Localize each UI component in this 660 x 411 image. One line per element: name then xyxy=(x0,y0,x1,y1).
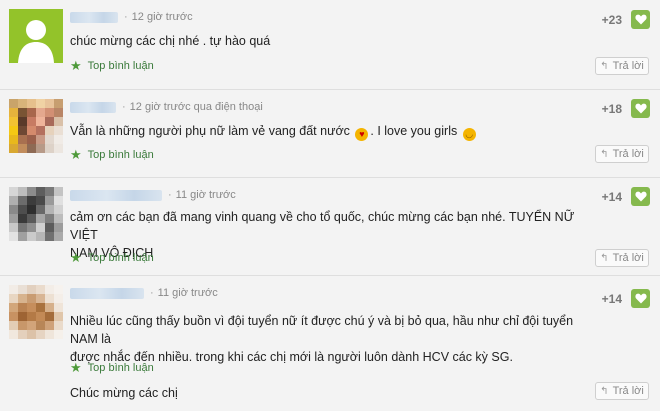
reply-arrow-icon: ↰ xyxy=(600,252,609,264)
badge-label: Top bình luận xyxy=(87,252,154,264)
comment-item: · 12 giờ trước qua điện thoại Vẫn là nhữ… xyxy=(0,90,660,178)
comment-line: Nhiều lúc cũng thấy buồn vì đội tuyển nữ… xyxy=(70,314,574,346)
reply-label: Trả lời xyxy=(612,252,644,264)
reply-arrow-icon: ↰ xyxy=(600,148,609,160)
like-button[interactable] xyxy=(631,10,650,29)
heart-icon xyxy=(634,103,647,114)
comment-item: · 11 giờ trước Nhiều lúc cũng thấy buồn … xyxy=(0,276,660,411)
star-icon: ★ xyxy=(70,58,82,73)
avatar[interactable] xyxy=(9,285,63,339)
avatar[interactable] xyxy=(9,99,63,153)
comment-time: 12 giờ trước xyxy=(131,11,193,23)
reply-button[interactable]: ↰ Trả lời xyxy=(595,145,649,163)
author-name-blurred[interactable] xyxy=(70,11,118,23)
comment-meta: · 11 giờ trước xyxy=(70,188,236,202)
comment-line: Chúc mừng các chị xyxy=(70,386,178,400)
comment-text: chúc mừng các chị nhé . tự hào quá xyxy=(70,32,580,50)
avatar[interactable] xyxy=(9,187,63,241)
separator-dot: · xyxy=(168,189,172,201)
reply-button[interactable]: ↰ Trả lời xyxy=(595,57,649,75)
star-icon: ★ xyxy=(70,147,82,162)
like-button[interactable] xyxy=(631,187,650,206)
heart-icon xyxy=(634,14,647,25)
separator-dot: · xyxy=(124,11,128,23)
comment-line: Vẫn là những người phụ nữ làm vẻ vang đấ… xyxy=(70,122,580,141)
top-comment-badge: ★ Top bình luận xyxy=(70,147,154,163)
comment-meta: · 11 giờ trước xyxy=(70,286,218,300)
comment-item: · 11 giờ trước cảm ơn các bạn đã mang vi… xyxy=(0,178,660,276)
comment-time: 11 giờ trước xyxy=(175,189,236,201)
top-comment-badge: ★ Top bình luận xyxy=(70,250,154,266)
comment-line: chúc mừng các chị nhé . tự hào quá xyxy=(70,34,271,48)
like-count: +14 xyxy=(601,190,622,204)
comment-time: 11 giờ trước xyxy=(157,287,218,299)
comment-text-part: Vẫn là những người phụ nữ làm vẻ vang đấ… xyxy=(70,124,350,138)
reply-label: Trả lời xyxy=(612,385,644,397)
comment-list: · 12 giờ trước chúc mừng các chị nhé . t… xyxy=(0,0,660,411)
default-user-icon xyxy=(9,9,63,63)
separator-dot: · xyxy=(122,101,126,113)
badge-label: Top bình luận xyxy=(87,60,154,72)
star-icon: ★ xyxy=(70,360,82,375)
comment-line: cảm ơn các bạn đã mang vinh quang về cho… xyxy=(70,210,575,242)
separator-dot: · xyxy=(150,287,154,299)
like-button[interactable] xyxy=(631,99,650,118)
comment-text-part: . I love you girls xyxy=(370,124,458,138)
star-icon: ★ xyxy=(70,250,82,265)
like-button[interactable] xyxy=(631,289,650,308)
top-comment-badge: ★ Top bình luận xyxy=(70,58,154,74)
author-name-blurred[interactable] xyxy=(70,287,144,299)
author-name-blurred[interactable] xyxy=(70,101,116,113)
reply-arrow-icon: ↰ xyxy=(600,60,609,72)
like-count: +23 xyxy=(601,13,622,27)
comment-meta: · 12 giờ trước qua điện thoại xyxy=(70,100,263,114)
heart-eyes-emoji-icon: ♥ xyxy=(355,128,369,141)
comment-text: Vẫn là những người phụ nữ làm vẻ vang đấ… xyxy=(70,122,580,141)
like-count: +18 xyxy=(601,102,622,116)
avatar-pixelated-image xyxy=(9,187,63,241)
comment-meta: · 12 giờ trước xyxy=(70,10,193,24)
like-count: +14 xyxy=(601,292,622,306)
comment-text: Nhiều lúc cũng thấy buồn vì đội tuyển nữ… xyxy=(70,312,580,402)
reply-arrow-icon: ↰ xyxy=(600,385,609,397)
smile-emoji-icon: ◡ xyxy=(462,128,476,141)
comment-time: 12 giờ trước qua điện thoại xyxy=(129,101,263,113)
reply-label: Trả lời xyxy=(612,60,644,72)
author-name-blurred[interactable] xyxy=(70,189,162,201)
avatar-pixelated-image xyxy=(9,285,63,339)
badge-label: Top bình luận xyxy=(87,149,154,161)
avatar-pixelated-image xyxy=(9,99,63,153)
avatar[interactable] xyxy=(9,9,63,63)
comment-item: · 12 giờ trước chúc mừng các chị nhé . t… xyxy=(0,0,660,90)
top-comment-badge: ★ Top bình luận xyxy=(70,360,154,376)
reply-button[interactable]: ↰ Trả lời xyxy=(595,382,649,400)
badge-label: Top bình luận xyxy=(87,362,154,374)
reply-label: Trả lời xyxy=(612,148,644,160)
heart-icon xyxy=(634,293,647,304)
reply-button[interactable]: ↰ Trả lời xyxy=(595,249,649,267)
heart-icon xyxy=(634,191,647,202)
